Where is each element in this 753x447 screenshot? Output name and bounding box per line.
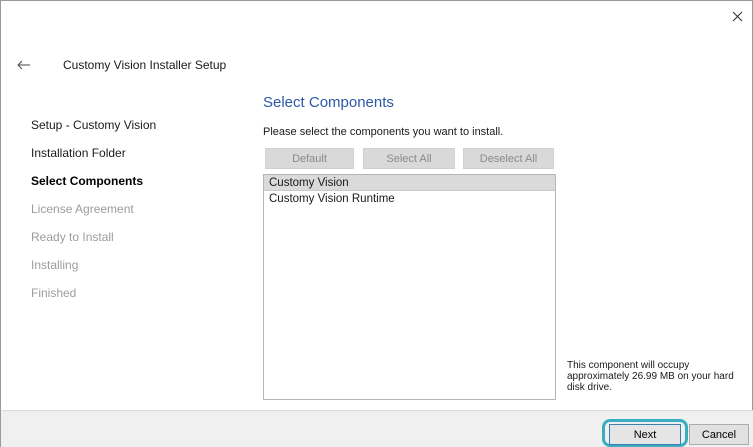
step-setup: Setup - Customy Vision	[31, 118, 157, 132]
installer-window: Customy Vision Installer Setup Setup - C…	[0, 0, 753, 447]
deselect-all-button[interactable]: Deselect All	[463, 148, 554, 169]
next-button[interactable]: Next	[609, 424, 681, 445]
step-ready-to-install: Ready to Install	[31, 230, 114, 244]
window-title: Customy Vision Installer Setup	[63, 58, 227, 72]
step-installation-folder: Installation Folder	[31, 146, 126, 160]
back-arrow-icon	[17, 60, 30, 70]
step-finished: Finished	[31, 286, 77, 300]
close-icon	[732, 11, 742, 21]
default-button[interactable]: Default	[265, 148, 354, 169]
select-all-button[interactable]: Select All	[363, 148, 455, 169]
step-select-components: Select Components	[31, 174, 144, 188]
component-item[interactable]: Customy Vision Runtime	[264, 191, 555, 207]
steps-list: Setup - Customy Vision Installation Fold…	[31, 117, 156, 313]
component-item[interactable]: Customy Vision	[264, 175, 555, 191]
instructions-text: Please select the components you want to…	[263, 126, 504, 138]
page-title: Select Components	[263, 94, 394, 111]
footer: Next Cancel	[1, 410, 753, 447]
back-button[interactable]	[17, 58, 33, 72]
header: Customy Vision Installer Setup	[17, 55, 226, 75]
disk-space-info: This component will occupy approximately…	[567, 360, 734, 393]
selection-buttons: Default Select All Deselect All	[265, 148, 554, 169]
step-installing: Installing	[31, 258, 79, 272]
step-license-agreement: License Agreement	[31, 202, 134, 216]
components-list[interactable]: Customy Vision Customy Vision Runtime	[263, 174, 556, 400]
close-button[interactable]	[726, 5, 748, 27]
cancel-button[interactable]: Cancel	[689, 424, 749, 445]
